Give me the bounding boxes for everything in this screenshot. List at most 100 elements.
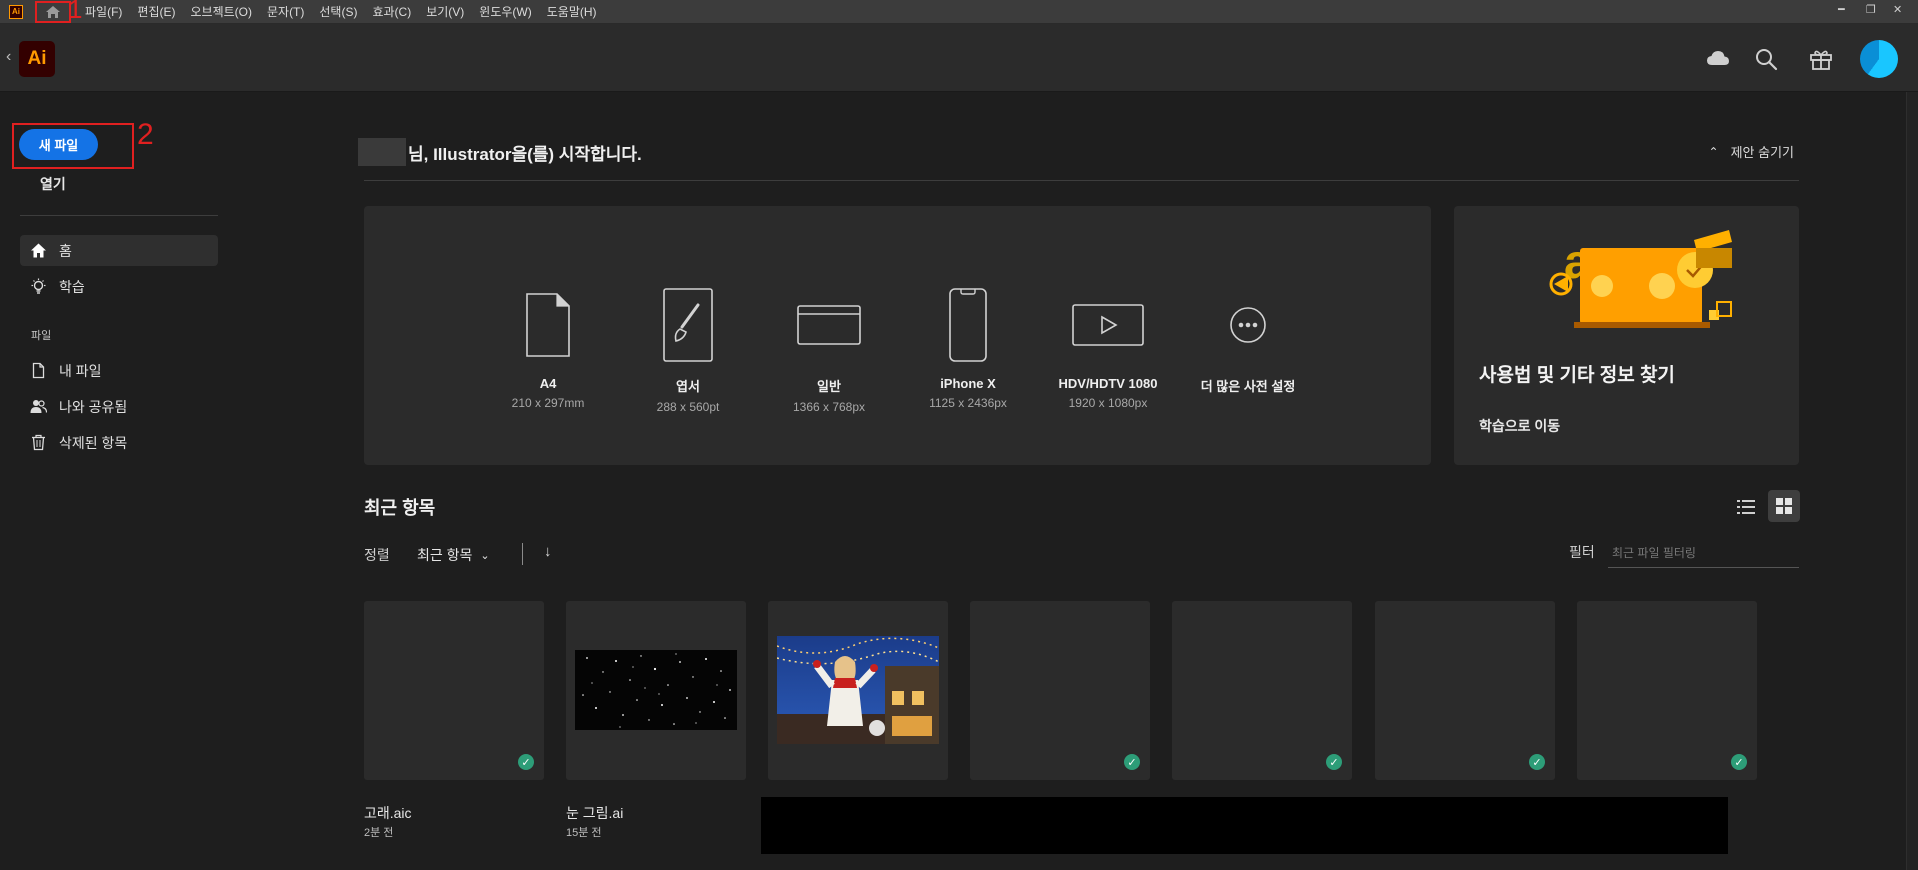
os-menubar: Ai 파일(F) 편집(E) 오브젝트(O) 문자(T) 선택(S) 효과(C)… (0, 0, 1918, 24)
sidebar-item-label: 홈 (59, 242, 72, 259)
hide-suggestions-button[interactable]: ⌃ 제안 숨기기 (1709, 142, 1794, 161)
recent-file-time: 15분 전 (566, 827, 602, 839)
preset-postcard[interactable]: 엽서 288 x 560pt (618, 286, 758, 414)
menu-view[interactable]: 보기(V) (426, 3, 464, 20)
file-icon (32, 362, 45, 379)
home-icon (31, 243, 46, 258)
sort-direction-button[interactable]: ↓ (544, 543, 552, 560)
illustrator-logo: Ai (19, 41, 55, 77)
window-close-button[interactable]: ✕ (1893, 3, 1902, 16)
more-icon (1230, 307, 1266, 343)
learn-card[interactable]: a 사용법 및 기타 정보 찾기 학습으로 이동 (1454, 206, 1799, 465)
hide-suggestions-label: 제안 숨기기 (1730, 145, 1794, 160)
snow-artwork (575, 650, 737, 730)
menu-effect[interactable]: 효과(C) (372, 3, 411, 20)
brush-card-icon (663, 288, 713, 362)
annotation-1: 1 (68, 0, 83, 24)
preset-more[interactable]: 더 많은 사전 설정 (1178, 286, 1318, 400)
gift-icon[interactable] (1808, 46, 1834, 72)
lightbulb-icon (31, 278, 46, 294)
recent-file-thumbnail[interactable]: ✓ (1375, 601, 1555, 780)
menu-window[interactable]: 윈도우(W) (479, 3, 531, 20)
sidebar-section-files: 파일 (31, 330, 52, 342)
preset-size: 1125 x 2436px (929, 396, 1007, 410)
user-avatar[interactable] (1860, 40, 1898, 78)
recent-file-time: 2분 전 (364, 827, 394, 839)
sidebar-item-my-files[interactable]: 내 파일 (20, 355, 218, 386)
open-button[interactable]: 열기 (40, 174, 66, 194)
recent-file-thumbnail[interactable]: ✓ (970, 601, 1150, 780)
synced-check-icon: ✓ (1529, 754, 1545, 770)
sort-divider (522, 543, 523, 565)
preset-iphone-x[interactable]: iPhone X 1125 x 2436px (898, 286, 1038, 410)
synced-check-icon: ✓ (518, 754, 534, 770)
sidebar-item-shared[interactable]: 나와 공유됨 (20, 391, 218, 422)
search-icon[interactable] (1753, 46, 1779, 72)
preset-name: 더 많은 사전 설정 (1200, 379, 1296, 394)
sidebar-divider (20, 215, 218, 216)
welcome-text: 님, Illustrator을(를) 시작합니다. (408, 144, 642, 164)
shared-users-icon (30, 400, 47, 413)
video-play-icon (1072, 304, 1144, 346)
window-restore-button[interactable]: ❐ (1866, 3, 1876, 16)
recent-file-thumbnail[interactable] (768, 601, 948, 780)
recent-file-name[interactable]: 고래.aic (364, 803, 412, 823)
preset-a4[interactable]: A4 210 x 297mm (478, 286, 618, 410)
redacted-region (761, 797, 1728, 854)
list-view-button[interactable] (1733, 494, 1759, 520)
main-divider (364, 180, 1799, 181)
go-to-learn-link[interactable]: 학습으로 이동 (1479, 416, 1560, 436)
sidebar-item-label: 내 파일 (59, 362, 102, 379)
home-button[interactable] (35, 0, 71, 23)
preset-name: A4 (539, 376, 557, 391)
menu-object[interactable]: 오브젝트(O) (190, 3, 252, 20)
synced-check-icon: ✓ (1124, 754, 1140, 770)
home-icon (46, 5, 60, 18)
recent-file-thumbnail[interactable]: ✓ (364, 601, 544, 780)
sort-dropdown[interactable]: 최근 항목 ⌄ (417, 545, 490, 565)
cloud-icon[interactable] (1705, 46, 1731, 72)
grid-view-icon (1776, 498, 1792, 514)
phone-icon (949, 288, 987, 362)
preset-size: 288 x 560pt (656, 400, 720, 414)
preset-name: 엽서 (676, 379, 700, 394)
vertical-scrollbar[interactable] (1906, 92, 1918, 870)
window-minimize-button[interactable]: ━ (1838, 3, 1845, 16)
photo-artwork (777, 636, 939, 744)
document-icon (526, 293, 570, 357)
sidebar-item-deleted[interactable]: 삭제된 항목 (20, 427, 218, 458)
sidebar: 새 파일 2 열기 홈 학습 파일 내 파일 나와 공유됨 삭제된 항목 (0, 92, 240, 870)
preset-panel: A4 210 x 297mm 엽서 288 x 560pt 일반 1366 x … (364, 206, 1431, 465)
filter-input[interactable] (1608, 538, 1799, 568)
sidebar-item-learn[interactable]: 학습 (20, 271, 218, 302)
sidebar-item-home[interactable]: 홈 (20, 235, 218, 266)
chevron-down-icon: ⌄ (480, 549, 490, 562)
grid-view-button[interactable] (1768, 490, 1800, 522)
recent-file-thumbnail[interactable]: ✓ (1577, 601, 1757, 780)
menu-edit[interactable]: 편집(E) (137, 3, 175, 20)
preset-name: HDV/HDTV 1080 (1058, 376, 1158, 391)
preset-name: 일반 (817, 379, 841, 394)
recent-file-thumbnail[interactable] (566, 601, 746, 780)
sort-value: 최근 항목 (417, 547, 473, 563)
welcome-heading: 님, Illustrator을(를) 시작합니다. (358, 137, 642, 167)
menu-type[interactable]: 문자(T) (267, 3, 304, 20)
preset-size: 1920 x 1080px (1068, 396, 1148, 410)
recent-file-thumbnail[interactable]: ✓ (1172, 601, 1352, 780)
menu-select[interactable]: 선택(S) (319, 3, 357, 20)
preset-web[interactable]: 일반 1366 x 768px (759, 286, 899, 414)
preset-hdtv[interactable]: HDV/HDTV 1080 1920 x 1080px (1038, 286, 1178, 410)
list-view-icon (1737, 500, 1755, 514)
sidebar-item-label: 학습 (59, 278, 85, 295)
menu-file[interactable]: 파일(F) (85, 3, 122, 20)
synced-check-icon: ✓ (1326, 754, 1342, 770)
menu-help[interactable]: 도움말(H) (547, 3, 597, 20)
synced-check-icon: ✓ (1731, 754, 1747, 770)
recent-file-name[interactable]: 눈 그림.ai (566, 803, 623, 823)
annotation-2: 2 (137, 118, 154, 151)
sidebar-item-label: 나와 공유됨 (59, 398, 128, 415)
back-chevron-icon[interactable]: ‹ (6, 48, 11, 66)
new-file-button[interactable]: 새 파일 (19, 129, 98, 160)
preset-size: 1366 x 768px (792, 400, 866, 414)
browser-window-icon (797, 305, 861, 345)
